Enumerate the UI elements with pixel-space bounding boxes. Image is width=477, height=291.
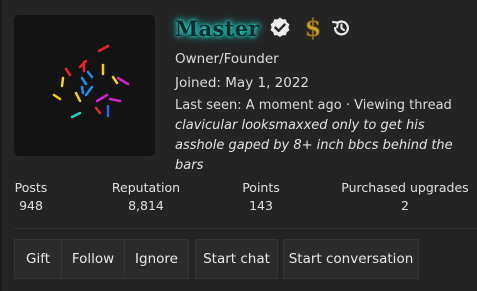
username-link[interactable]: Master	[175, 16, 260, 41]
user-title: Owner/Founder	[175, 51, 279, 67]
stat-value: 8,814	[128, 198, 164, 213]
stat-points[interactable]: Points 143	[236, 180, 286, 216]
viewing-thread-link[interactable]: clavicular looksmaxxed only to get his a…	[175, 118, 453, 173]
joined-date: May 1, 2022	[225, 75, 310, 91]
last-seen-row: Last seen: A moment ago · Viewing thread…	[175, 96, 471, 176]
left-edge-strip	[0, 0, 2, 291]
gift-button[interactable]: Gift	[14, 239, 62, 279]
svg-text:$: $	[304, 14, 321, 42]
stat-label: Reputation	[111, 180, 181, 195]
divider	[14, 228, 477, 229]
member-tooltip-card: Master $ Owner/Founder Joined: May 1, 20…	[0, 0, 477, 291]
stat-value: 948	[19, 198, 43, 213]
stat-reputation[interactable]: Reputation 8,814	[104, 180, 188, 216]
stat-label: Points	[242, 180, 280, 195]
stat-label: Purchased upgrades	[341, 180, 469, 195]
joined-row: Joined: May 1, 2022	[175, 71, 471, 95]
dollar-sign-icon: $	[301, 13, 325, 43]
avatar-confetti-image	[52, 44, 130, 119]
name-row: Master $	[175, 12, 471, 44]
profile-info: Master $ Owner/Founder Joined: May 1, 20…	[175, 12, 471, 176]
follow-button[interactable]: Follow	[61, 239, 125, 279]
verified-check-icon	[268, 16, 292, 40]
stats-row: Posts 948 Reputation 8,814 Points 143 Pu…	[0, 180, 477, 220]
stat-posts[interactable]: Posts 948	[14, 180, 48, 216]
stat-label: Posts	[14, 180, 48, 195]
stat-purchased-upgrades[interactable]: Purchased upgrades 2	[339, 180, 471, 216]
joined-label: Joined:	[175, 75, 221, 91]
last-seen-label: Last seen:	[175, 98, 242, 113]
ignore-button[interactable]: Ignore	[124, 239, 189, 279]
stat-value: 2	[401, 198, 409, 213]
avatar[interactable]	[14, 15, 155, 156]
start-conversation-button[interactable]: Start conversation	[283, 239, 419, 279]
start-chat-button[interactable]: Start chat	[195, 239, 278, 279]
history-icon[interactable]	[330, 17, 352, 39]
last-seen-value: A moment ago · Viewing thread	[245, 98, 452, 113]
stat-value: 143	[249, 198, 273, 213]
